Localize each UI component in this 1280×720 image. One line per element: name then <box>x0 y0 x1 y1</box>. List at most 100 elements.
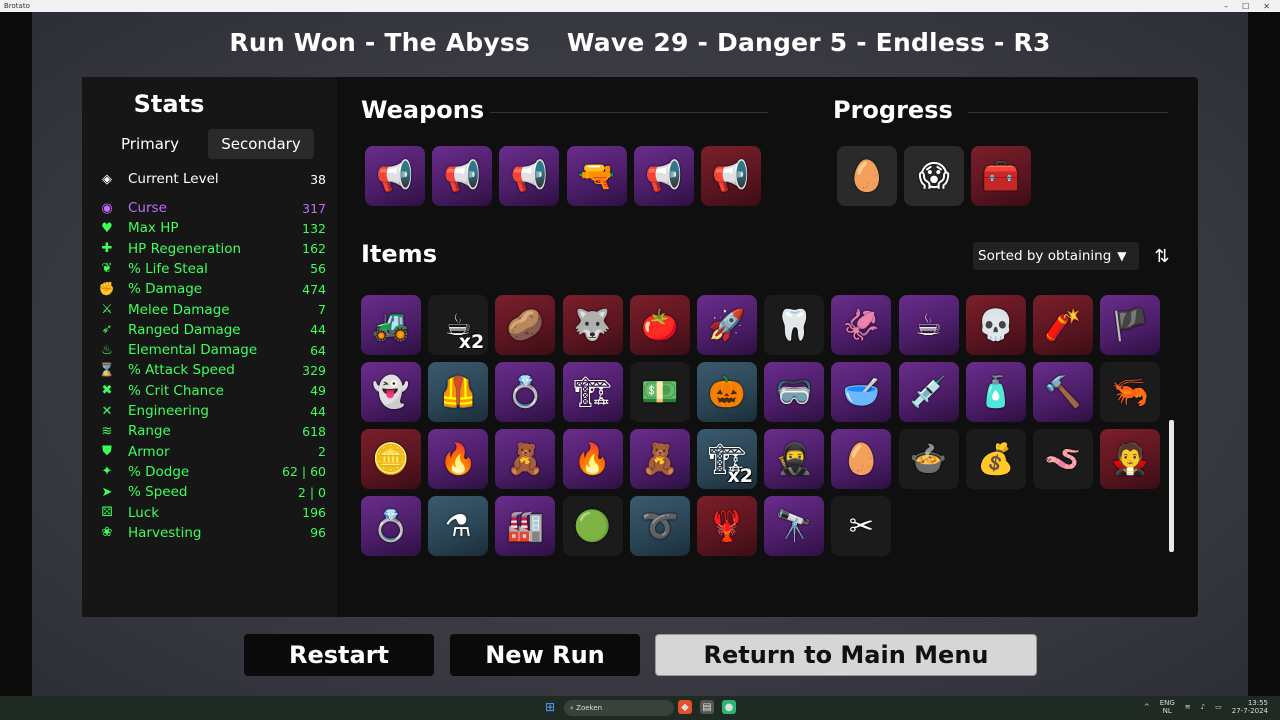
item-slot[interactable]: 🥔 <box>495 295 556 355</box>
stat-row-max-hp[interactable]: ♥ Max HP 132 <box>98 218 326 238</box>
stat-value: 2 <box>318 444 326 460</box>
stat-row-melee-damage[interactable]: ⚔ Melee Damage 7 <box>98 300 326 320</box>
wifi-icon[interactable]: ≋ <box>1185 703 1191 711</box>
weapon-slot[interactable]: 📢 <box>633 146 694 206</box>
stat-row-life-steal[interactable]: ❦ % Life Steal 56 <box>98 259 326 279</box>
item-slot[interactable]: 🦺 <box>428 362 489 422</box>
chevron-up-icon[interactable]: ^ <box>1144 703 1150 711</box>
item-slot[interactable]: 🥽 <box>764 362 825 422</box>
clock[interactable]: 13:55 27-7-2024 <box>1232 699 1268 715</box>
item-slot[interactable]: 🧴 <box>965 362 1026 422</box>
item-slot[interactable]: ☕ x2 <box>428 295 489 355</box>
progress-slot[interactable]: 🥚 <box>837 146 897 206</box>
item-slot[interactable]: 💵 <box>629 362 690 422</box>
item-slot[interactable]: 💍 <box>361 496 421 556</box>
item-slot[interactable]: 🏗 x2 <box>697 429 757 489</box>
item-slot[interactable]: ➰ <box>629 496 690 556</box>
item-slot[interactable]: 💍 <box>495 362 556 422</box>
item-slot[interactable]: 👻 <box>361 362 421 422</box>
item-slot[interactable]: 🟢 <box>562 496 623 556</box>
stat-row-damage[interactable]: ✊ % Damage 474 <box>98 279 326 299</box>
item-slot[interactable]: 🎃 <box>697 362 757 422</box>
close-button[interactable]: ✕ <box>1263 2 1270 11</box>
weapon-slot[interactable]: 📢 <box>432 146 493 206</box>
stat-row-engineering[interactable]: ✕ Engineering 44 <box>98 401 326 421</box>
language-indicator[interactable]: ENG NL <box>1160 699 1175 715</box>
item-slot[interactable]: 🔨 <box>1033 362 1093 422</box>
item-slot[interactable]: 🦑 <box>831 295 892 355</box>
item-slot[interactable]: 🧛 <box>1100 429 1161 489</box>
item-slot[interactable]: ✂ <box>831 496 892 556</box>
game-app-icon[interactable]: ● <box>722 700 736 714</box>
restart-button[interactable]: Restart <box>244 634 434 676</box>
item-slot[interactable]: ☕ <box>898 295 959 355</box>
stat-row-curse[interactable]: ◉ Curse 317 <box>98 198 326 218</box>
stat-label: Curse <box>128 200 167 216</box>
item-slot[interactable]: 🔥 <box>428 429 489 489</box>
stat-row-luck[interactable]: ⚄ Luck 196 <box>98 503 326 523</box>
stat-row-ranged-damage[interactable]: ➶ Ranged Damage 44 <box>98 320 326 340</box>
weapon-slot[interactable]: 📢 <box>701 146 761 206</box>
stat-row-hp-regeneration[interactable]: ✚ HP Regeneration 162 <box>98 239 326 259</box>
item-slot[interactable]: ⚗ <box>428 496 489 556</box>
main-menu-button[interactable]: Return to Main Menu <box>655 634 1037 676</box>
stat-row-harvesting[interactable]: ❀ Harvesting 96 <box>98 523 326 543</box>
weapon-slot[interactable]: 📢 <box>365 146 425 206</box>
item-slot[interactable]: 🦐 <box>1100 362 1161 422</box>
sort-direction-icon[interactable]: ⇅ <box>1148 242 1176 270</box>
volume-icon[interactable]: ♪ <box>1201 703 1205 711</box>
item-slot[interactable]: 🔥 <box>562 429 623 489</box>
item-slot[interactable]: 🪙 <box>361 429 421 489</box>
window-controls: – ☐ ✕ <box>1224 2 1270 11</box>
stat-row-range[interactable]: ≋ Range 618 <box>98 421 326 441</box>
browser-icon[interactable]: ◆ <box>678 700 692 714</box>
stat-row-speed[interactable]: ➤ % Speed 2 | 0 <box>98 482 326 502</box>
item-slot[interactable]: 🏗 <box>562 362 623 422</box>
item-slot[interactable]: 🔭 <box>764 496 825 556</box>
tab-primary[interactable]: Primary <box>108 129 192 159</box>
item-slot[interactable]: 🚜 <box>361 295 421 355</box>
item-slot[interactable]: 💉 <box>898 362 959 422</box>
new-run-button[interactable]: New Run <box>450 634 640 676</box>
explorer-icon[interactable]: ▤ <box>700 700 714 714</box>
stat-row-crit-chance[interactable]: ✖ % Crit Chance 49 <box>98 381 326 401</box>
item-slot[interactable]: 💰 <box>965 429 1026 489</box>
item-slot[interactable]: 🥚 <box>831 429 892 489</box>
battery-icon[interactable]: ▭ <box>1215 703 1222 711</box>
item-slot[interactable]: 🏭 <box>495 496 556 556</box>
item-slot[interactable]: 🥷 <box>764 429 825 489</box>
weapon-slot[interactable]: 🔫 <box>566 146 627 206</box>
item-slot[interactable]: 🦞 <box>697 496 757 556</box>
progress-slot[interactable]: 🧰 <box>971 146 1031 206</box>
item-slot[interactable]: 🧸 <box>629 429 690 489</box>
maximize-button[interactable]: ☐ <box>1242 2 1249 11</box>
stat-row-armor[interactable]: ⛊ Armor 2 <box>98 442 326 462</box>
stat-label: Luck <box>128 504 160 521</box>
stat-row-elemental-damage[interactable]: ♨ Elemental Damage 64 <box>98 340 326 360</box>
item-slot[interactable]: 💀 <box>965 295 1026 355</box>
item-slot[interactable]: 🦷 <box>764 295 825 355</box>
item-slot[interactable]: 🏴 <box>1100 295 1161 355</box>
items-scrollbar[interactable] <box>1169 420 1174 552</box>
item-slot[interactable]: 🍅 <box>629 295 690 355</box>
item-slot[interactable]: 🪱 <box>1033 429 1093 489</box>
item-slot[interactable]: 🧨 <box>1033 295 1093 355</box>
item-slot[interactable]: 🥣 <box>831 362 892 422</box>
sort-dropdown[interactable]: Sorted by obtaining ▼ <box>973 242 1139 270</box>
stat-label: Engineering <box>128 403 209 419</box>
weapon-slot[interactable]: 📢 <box>499 146 560 206</box>
item-slot[interactable]: 🧸 <box>495 429 556 489</box>
item-slot[interactable]: 🍲 <box>898 429 959 489</box>
taskbar-search[interactable]: ⌕ Zoeken <box>564 700 674 716</box>
items-title: Items <box>361 240 437 268</box>
stat-value: 474 <box>302 281 326 297</box>
stat-row-attack-speed[interactable]: ⌛ % Attack Speed 329 <box>98 360 326 380</box>
item-slot[interactable]: 🐺 <box>562 295 623 355</box>
stat-row-current-level[interactable]: ◈ Current Level 38 <box>98 169 326 189</box>
windows-start-icon[interactable]: ⊞ <box>545 700 557 714</box>
stat-row-dodge[interactable]: ✦ % Dodge 62 | 60 <box>98 462 326 482</box>
minimize-button[interactable]: – <box>1224 2 1228 11</box>
item-slot[interactable]: 🚀 <box>697 295 757 355</box>
progress-slot[interactable]: 😱 <box>904 146 964 206</box>
tab-secondary[interactable]: Secondary <box>208 129 314 159</box>
